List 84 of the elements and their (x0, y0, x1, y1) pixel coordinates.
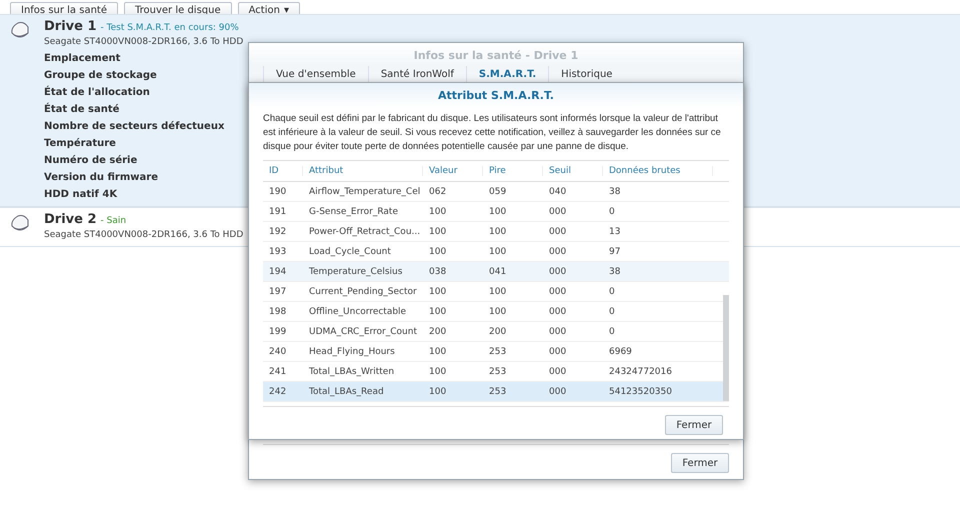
table-cell-text: 040 (548, 186, 568, 196)
field-label: État de l'allocation (44, 87, 151, 98)
drive-name: Drive 1 (44, 19, 97, 34)
table-cell-text: 97 (608, 246, 622, 256)
table-cell-text: 241 (268, 366, 288, 376)
table-cell-text: Temperature_Celsius (308, 266, 404, 276)
field-label: Numéro de série (44, 155, 138, 166)
table-cell-text: 197 (268, 286, 288, 296)
table-cell-text: 6969 (608, 346, 633, 356)
table-cell-text: 100 (488, 286, 508, 296)
table-cell-text: 100 (428, 346, 448, 356)
field-label: Température (44, 138, 117, 149)
table-cell-text: 193 (268, 246, 288, 256)
table-cell-text: 13 (608, 226, 622, 236)
table-cell-text: Load_Cycle_Count (308, 246, 392, 256)
table-cell-text: 100 (428, 246, 448, 256)
table-cell-text: 000 (548, 286, 568, 296)
field-label: Emplacement (44, 53, 122, 64)
table-cell-text: Airflow_Temperature_Cel (308, 186, 422, 196)
table-cell-text: 000 (548, 366, 568, 376)
drive-status: - Test S.M.A.R.T. en cours: 90% (100, 23, 239, 33)
table-cell-text: 100 (488, 206, 508, 216)
table-cell-text: Total_LBAs_Written (308, 366, 396, 376)
table-cell-text: 242 (268, 386, 288, 396)
table-cell-text: 100 (428, 286, 448, 296)
drive-model: Seagate ST4000VN008-2DR166, 3.6 To HDD (44, 37, 244, 47)
table-cell-text: 059 (488, 186, 508, 196)
table-cell-text: 253 (488, 386, 508, 396)
table-cell-text: 200 (488, 326, 508, 336)
table-cell-text: 100 (428, 366, 448, 376)
table-cell-text: Total_LBAs_Read (308, 386, 385, 396)
table-cell-text: 38 (608, 186, 622, 196)
field-label: État de santé (44, 104, 120, 115)
table-cell-text: 000 (548, 266, 568, 276)
table-cell-text: 0 (608, 286, 616, 296)
table-cell-text: 198 (268, 306, 288, 316)
table-cell-text: 000 (548, 206, 568, 216)
table-cell-text: 000 (548, 346, 568, 356)
table-cell-text: 190 (268, 186, 288, 196)
drive-status: - Sain (100, 216, 126, 226)
table-cell-text: 0 (608, 306, 616, 316)
table-cell-text: 192 (268, 226, 288, 236)
table-cell-text: 38 (608, 266, 622, 276)
field-label: Version du firmware (44, 172, 159, 183)
table-cell-text: 253 (488, 366, 508, 376)
table-cell-text: 194 (268, 266, 288, 276)
field-label: HDD natif 4K (44, 189, 118, 200)
table-cell-text: 200 (428, 326, 448, 336)
table-cell-text: 000 (548, 326, 568, 336)
table-cell-text: 240 (268, 346, 288, 356)
table-cell-text: Offline_Uncorrectable (308, 306, 408, 316)
table-cell-text: 038 (428, 266, 448, 276)
table-cell-text: Current_Pending_Sector (308, 286, 418, 296)
table-cell-text: UDMA_CRC_Error_Count (308, 326, 418, 336)
table-cell-text: 100 (428, 386, 448, 396)
table-cell-text: 000 (548, 246, 568, 256)
drive-model: Seagate ST4000VN008-2DR166, 3.6 To HDD (44, 230, 244, 240)
table-cell-text: 000 (548, 226, 568, 236)
table-cell-text: 100 (488, 306, 508, 316)
table-cell-text: Power-Off_Retract_Cou... (308, 226, 422, 236)
table-cell-text: 100 (428, 206, 448, 216)
drive-name: Drive 2 (44, 212, 97, 227)
table-cell-text: Head_Flying_Hours (308, 346, 396, 356)
table-cell-text: 100 (428, 306, 448, 316)
table-cell-text: 100 (488, 226, 508, 236)
table-cell-text: 000 (548, 306, 568, 316)
table-cell-text: 0 (608, 326, 616, 336)
description-text: Chaque seuil est défini par le fabricant du disque. Les utilisateurs sont informés lorsque la valeur de l'attribut est inférieure à la valeur de seuil. Si vous recevez cette notification, veillez à sauvegarder les données sur ce disque pour éviter toute perte de données potentielle causée par une panne de disque. (263, 112, 722, 154)
table-cell-text: 191 (268, 206, 288, 216)
table-cell-text: 062 (428, 186, 448, 196)
field-label: Nombre de secteurs défectueux (44, 121, 226, 132)
table-cell-text: 199 (268, 326, 288, 336)
dialog-title: Infos sur la santé - Drive 1 (249, 43, 743, 66)
table-cell-text: 54123520350 (608, 386, 673, 396)
field-label: Groupe de stockage (44, 70, 158, 81)
table-cell-text: G-Sense_Error_Rate (308, 206, 399, 216)
table-cell-text: 000 (548, 386, 568, 396)
table-cell-text: 041 (488, 266, 508, 276)
table-cell-text: 253 (488, 346, 508, 356)
dialog-title: Attribut S.M.A.R.T. (249, 83, 743, 108)
table-cell-text: 100 (488, 246, 508, 256)
table-cell-text: 24324772016 (608, 366, 673, 376)
table-cell-text: 100 (428, 226, 448, 236)
table-cell-text: 0 (608, 206, 616, 216)
